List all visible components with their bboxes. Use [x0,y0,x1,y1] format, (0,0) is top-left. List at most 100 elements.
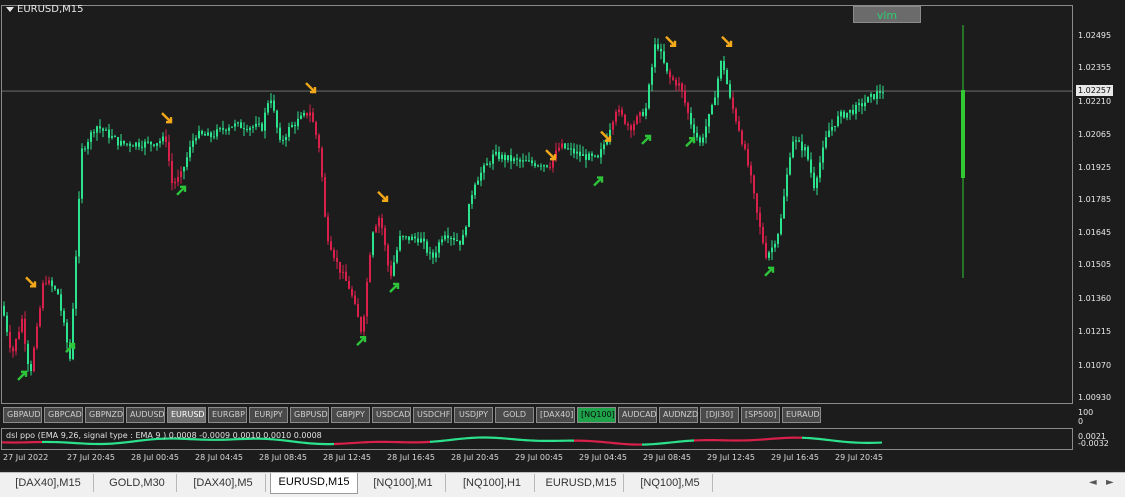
candle-body [834,126,836,127]
candle-body [393,262,395,275]
candle-body [759,213,761,227]
candle-body [678,83,680,85]
candle-body [747,149,749,165]
symbol-button-audnzd[interactable]: AUDNZD [659,407,698,423]
chart-title[interactable]: EURUSD,M15 [6,4,83,15]
candle-body [411,237,413,241]
candle-body [96,126,98,132]
price-label: 1.00930 [1076,392,1113,403]
candle-body [774,244,776,248]
chart-tab[interactable]: [NQ100],M1 [361,474,446,492]
symbol-button-eurusd[interactable]: EURUSD [167,407,206,423]
symbol-button-gbpusd[interactable]: GBPUSD [290,407,329,423]
scroll-left-icon[interactable]: ◄ [1089,477,1097,488]
candle-body [396,250,398,262]
scroll-right-icon[interactable]: ► [1106,477,1114,488]
price-chart[interactable]: EURUSD,M15 vlm 1.024951.023551.022101.02… [0,0,1125,470]
chart-canvas[interactable] [0,0,1125,470]
indicator-scale-label: 0 [1076,416,1085,427]
symbol-button-nq100[interactable]: [NQ100] [577,407,616,423]
buy-signal-arrow [686,138,694,146]
candle-body [39,308,41,326]
candle-body [63,311,65,323]
candle-body [591,154,593,156]
chart-tab[interactable]: [DAX40],M5 [181,474,266,492]
candle-body [582,154,584,156]
candle-body [435,253,437,258]
candle-body [189,147,191,157]
symbol-button-dji30[interactable]: [DJI30] [700,407,739,423]
candle-body [627,124,629,126]
candle-body [870,94,872,97]
chart-tab[interactable]: GOLD,M30 [98,474,177,492]
candle-body [441,239,443,242]
candle-body [783,196,785,218]
candle-body [309,112,311,115]
time-label: 28 Jul 08:45 [259,453,307,462]
symbol-button-eurgbp[interactable]: EURGBP [208,407,247,423]
candle-body [645,108,647,116]
candle-body [318,135,320,148]
candle-body [201,131,203,134]
candle-body [312,112,314,122]
candle-body [474,185,476,196]
candle-body [849,110,851,113]
candle-body [486,163,488,165]
candle-body [156,143,158,146]
chevron-down-icon[interactable] [6,7,14,12]
symbol-button-dax40[interactable]: [DAX40] [536,407,575,423]
candle-body [363,316,365,331]
symbol-button-usdchf[interactable]: USDCHF [413,407,452,423]
symbol-button-audcad[interactable]: AUDCAD [618,407,657,423]
candle-body [477,181,479,185]
symbol-button-gbpjpy[interactable]: GBPJPY [331,407,370,423]
symbol-button-eurjpy[interactable]: EURJPY [249,407,288,423]
chart-tab[interactable]: [DAX40],M15 [3,474,94,492]
candle-body [231,127,233,128]
candle-body [180,171,182,177]
buy-signal-arrow [177,187,185,195]
candle-body [600,149,602,157]
symbol-button-gbpcad[interactable]: GBPCAD [44,407,83,423]
candle-body [177,177,179,182]
symbol-button-euraud[interactable]: EURAUD [782,407,821,423]
candle-body [621,110,623,115]
symbol-button-gbpnzd[interactable]: GBPNZD [85,407,124,423]
chart-tab[interactable]: [NQ100],M5 [628,474,713,492]
candle-body [276,111,278,128]
candle-body [867,97,869,103]
candle-body [471,195,473,204]
candle-body [483,165,485,172]
sell-signal-arrow [546,150,555,159]
candle-body [288,127,290,137]
chart-tab[interactable]: EURUSD,M15 [539,474,624,492]
candle-body [18,332,20,339]
candle-body [105,130,107,131]
candle-body [360,317,362,332]
candle-body [243,128,245,129]
symbol-button-gold[interactable]: GOLD [495,407,534,423]
candle-body [804,147,806,150]
symbol-button-audusd[interactable]: AUDUSD [126,407,165,423]
candle-body [237,122,239,123]
symbol-button-sp500[interactable]: [SP500] [741,407,780,423]
vlm-button[interactable]: vlm [853,6,921,23]
candle-body [387,245,389,265]
candle-body [282,140,284,141]
candle-body [729,84,731,97]
symbol-button-usdjpy[interactable]: USDJPY [454,407,493,423]
candle-body [789,157,791,174]
candle-body [264,113,266,131]
candle-body [321,148,323,177]
candle-body [225,130,227,131]
symbol-button-usdcad[interactable]: USDCAD [372,407,411,423]
candle-body [453,238,455,240]
candle-body [519,160,521,162]
candle-body [546,165,548,167]
chart-tab[interactable]: EURUSD,M15 [270,473,358,494]
chart-tab[interactable]: [NQ100],H1 [450,474,535,492]
candle-body [261,124,263,131]
candle-body [705,126,707,137]
candle-body [864,103,866,107]
symbol-button-gbpaud[interactable]: GBPAUD [3,407,42,423]
